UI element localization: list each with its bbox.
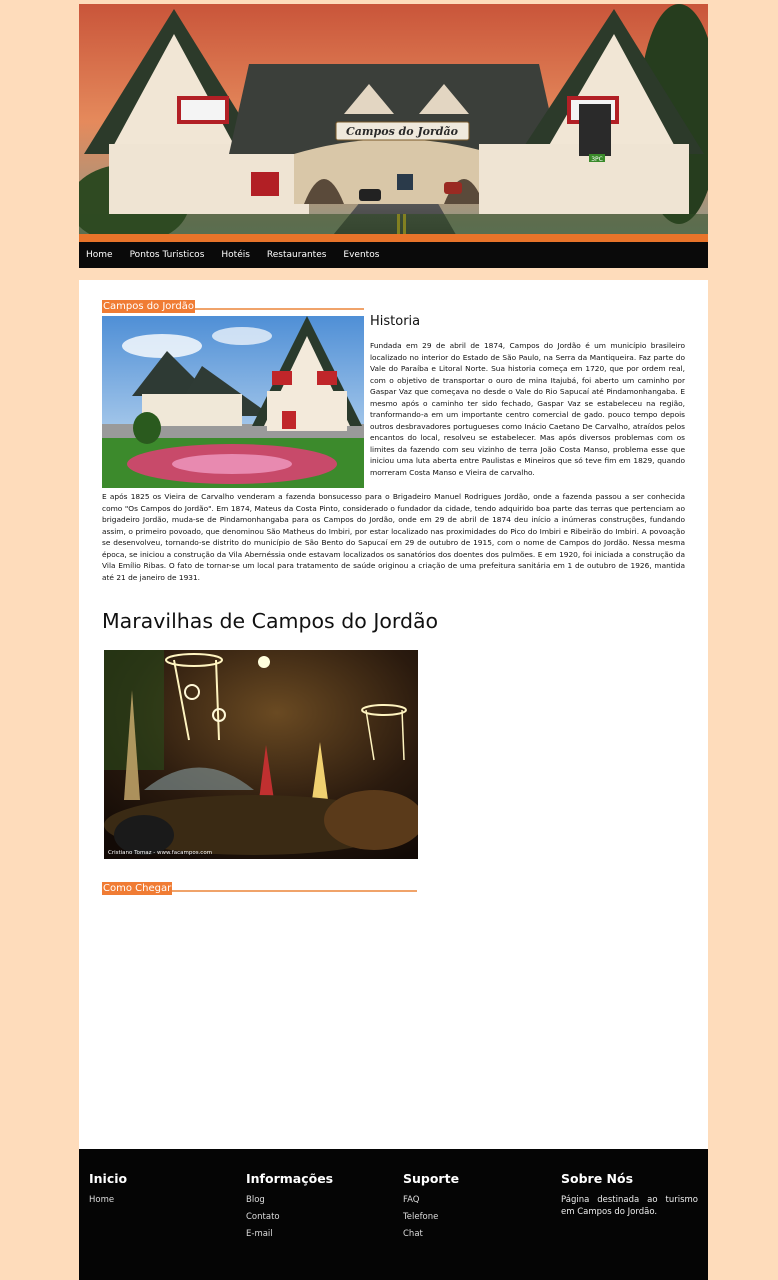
footer-title-informacoes: Informações — [246, 1171, 334, 1186]
town-photo — [102, 316, 364, 488]
history-paragraph-2: E após 1825 os Vieira de Carvalho vender… — [102, 492, 685, 582]
main-content: Campos do Jordão Historia Fundada em 29 … — [79, 280, 708, 1149]
history-title: Historia — [370, 314, 421, 329]
footer-title-inicio: Inicio — [89, 1171, 128, 1186]
history-paragraph-1: Fundada em 29 de abril de 1874, Campos d… — [370, 341, 685, 477]
nav-eventos[interactable]: Eventos — [343, 250, 379, 260]
footer-link-chat[interactable]: Chat — [403, 1229, 459, 1239]
nav-hoteis[interactable]: Hotéis — [221, 250, 250, 260]
banner-sign-small: 3PC — [591, 156, 603, 163]
section-header-campos: Campos do Jordão — [102, 294, 364, 313]
footer-title-suporte: Suporte — [403, 1171, 460, 1186]
footer-col-sobre: Sobre Nós Página destinada ao turismo em… — [561, 1171, 698, 1218]
nav-home[interactable]: Home — [86, 250, 113, 260]
footer-col-suporte: Suporte FAQ Telefone Chat — [403, 1171, 459, 1246]
footer-link-home[interactable]: Home — [89, 1195, 127, 1205]
footer-title-sobre: Sobre Nós — [561, 1171, 634, 1186]
banner-image: Campos do Jordão 3PC — [79, 4, 708, 240]
section-heading-campos: Campos do Jordão — [102, 300, 195, 313]
christmas-lights-photo: Cristiano Tomaz - www.facampos.com — [104, 650, 418, 859]
footer-link-telefone[interactable]: Telefone — [403, 1212, 459, 1222]
section-header-como-chegar: Como Chegar — [102, 876, 417, 895]
section-heading-como-chegar: Como Chegar — [102, 882, 173, 895]
footer-link-faq[interactable]: FAQ — [403, 1195, 459, 1205]
banner-sign-text: Campos do Jordão — [346, 125, 458, 138]
wonders-title: Maravilhas de Campos do Jordão — [102, 609, 439, 633]
footer-col-informacoes: Informações Blog Contato E-mail — [246, 1171, 333, 1246]
photo-credit: Cristiano Tomaz - www.facampos.com — [108, 850, 212, 856]
site-footer: Inicio Home Informações Blog Contato E-m… — [79, 1149, 708, 1280]
footer-about-text: Página destinada ao turismo em Campos do… — [561, 1195, 698, 1217]
nav-restaurantes[interactable]: Restaurantes — [267, 250, 327, 260]
footer-link-contato[interactable]: Contato — [246, 1212, 333, 1222]
footer-link-blog[interactable]: Blog — [246, 1195, 333, 1205]
footer-col-inicio: Inicio Home — [89, 1171, 127, 1212]
header-banner: Campos do Jordão 3PC — [79, 4, 708, 240]
footer-link-email[interactable]: E-mail — [246, 1229, 333, 1239]
main-nav: Home Pontos Turisticos Hotéis Restaurant… — [79, 240, 708, 268]
nav-pontos-turisticos[interactable]: Pontos Turisticos — [130, 250, 205, 260]
